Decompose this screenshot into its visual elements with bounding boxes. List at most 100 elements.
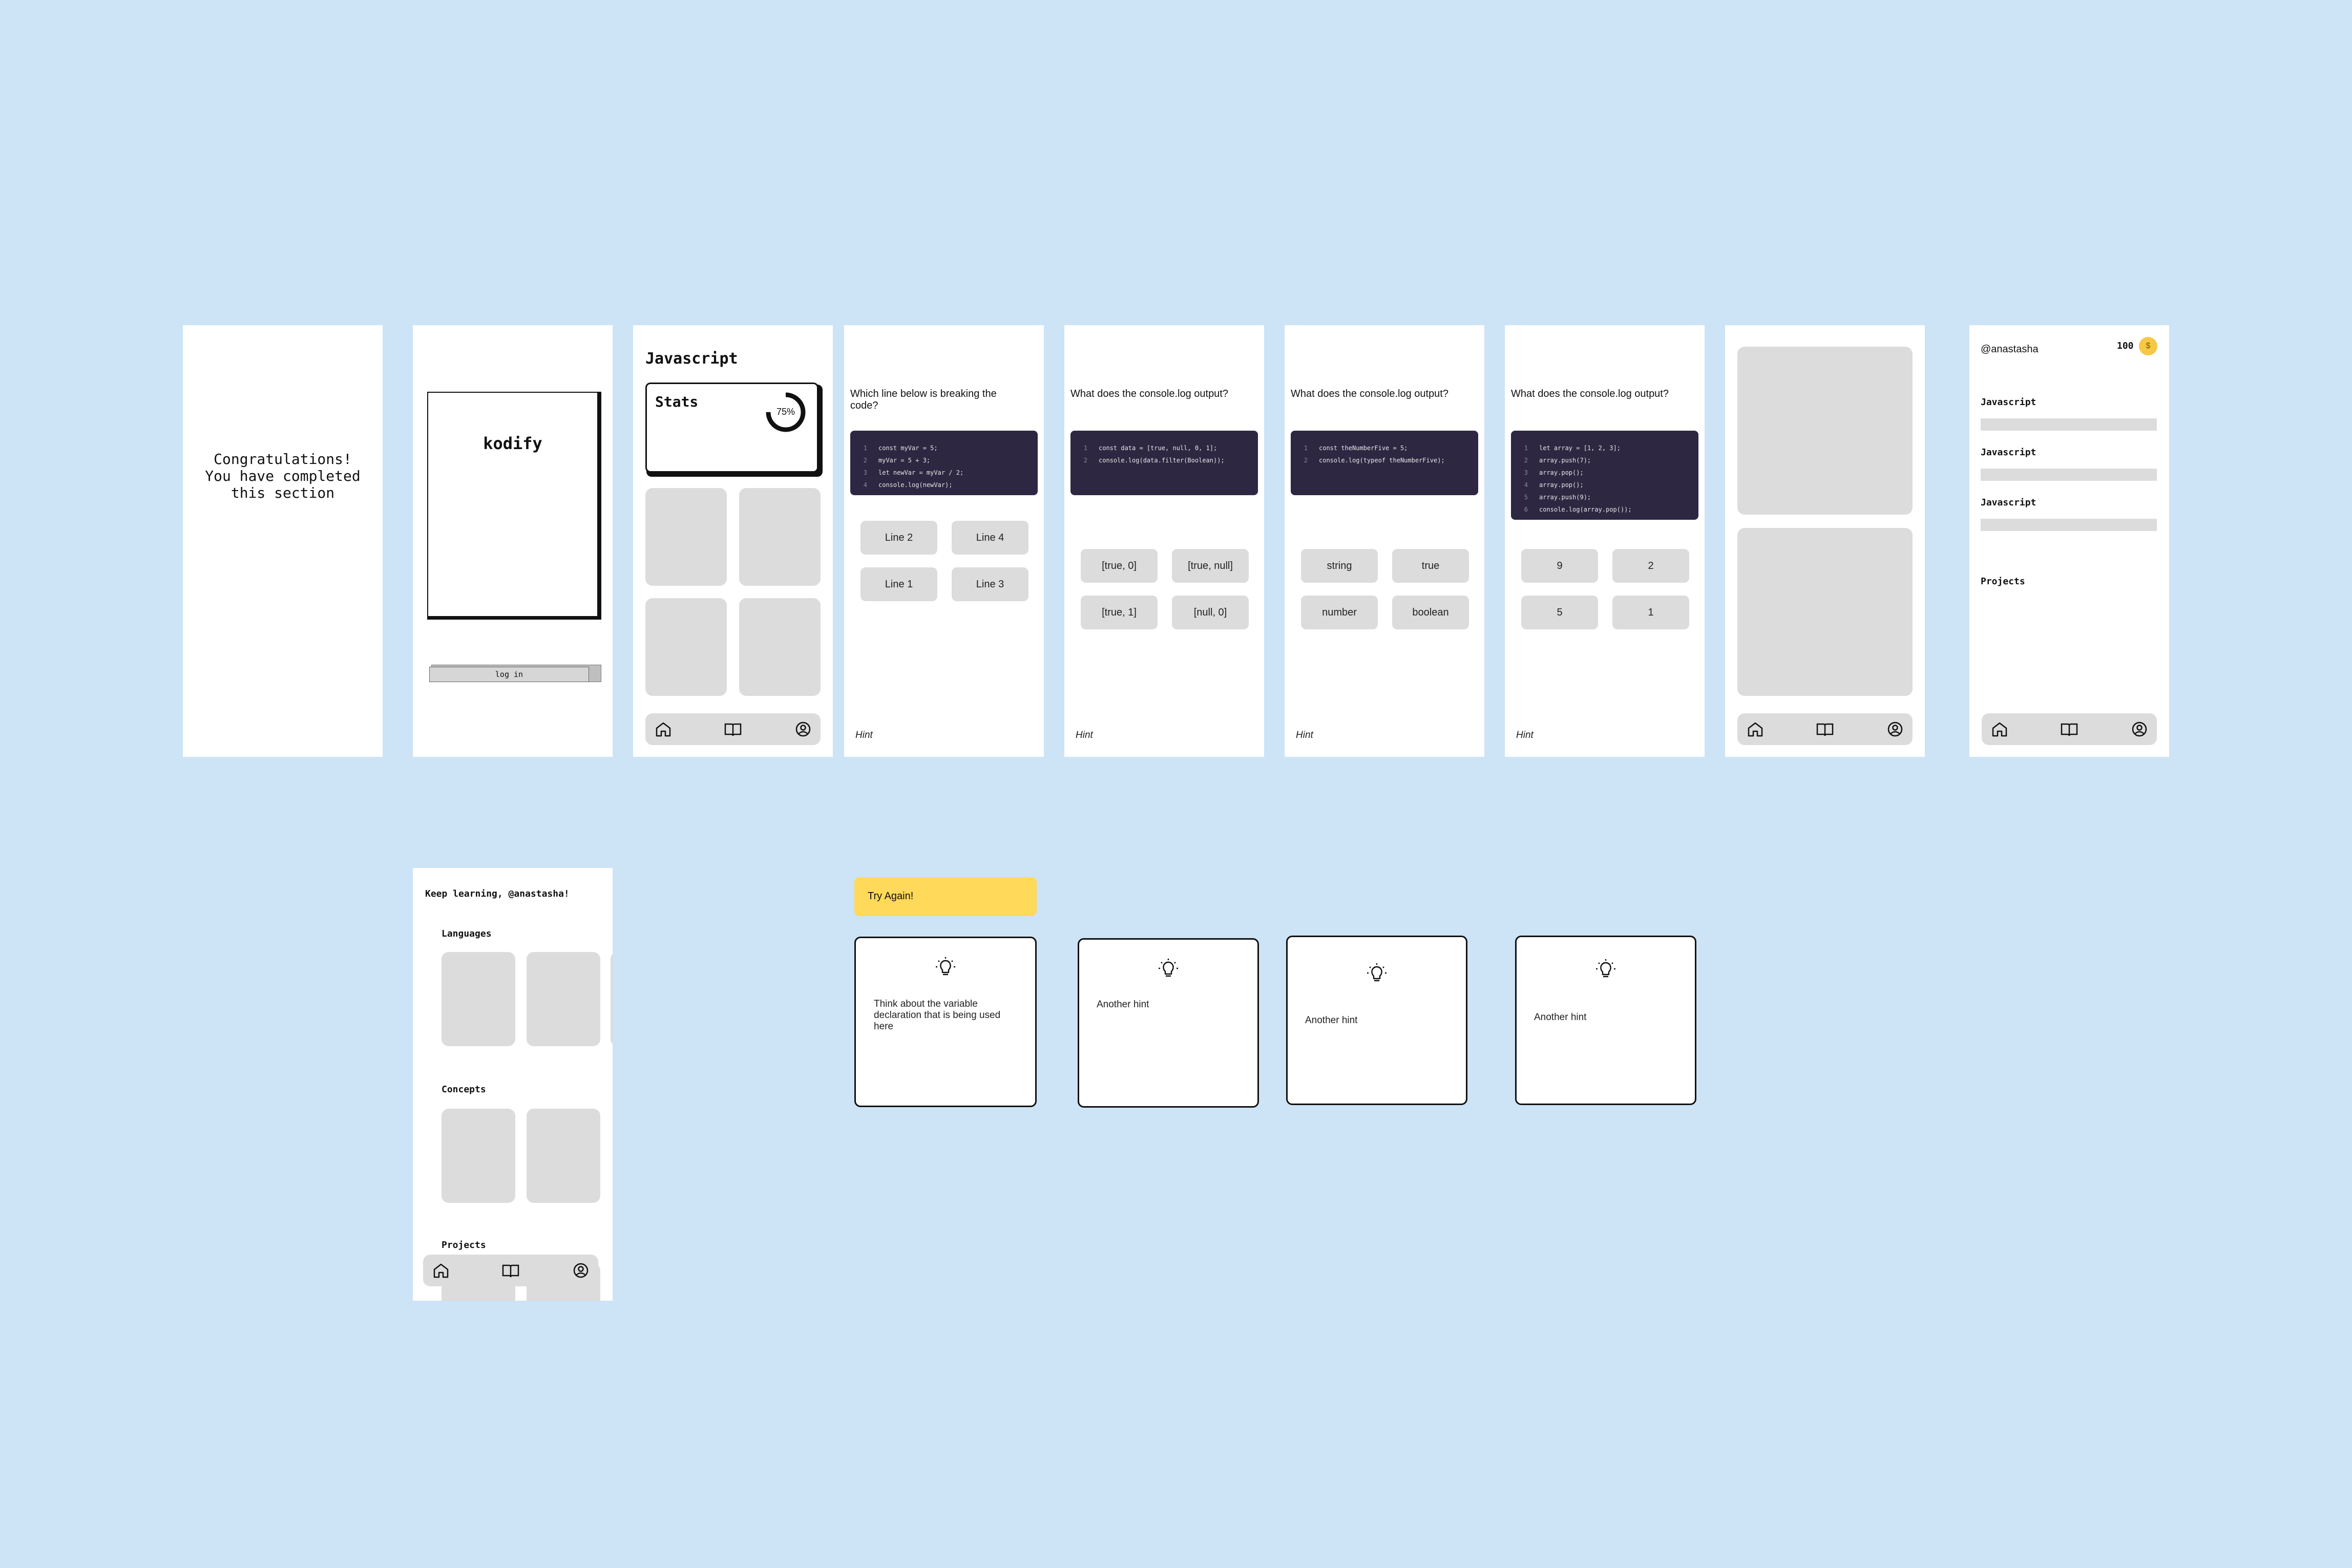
lightbulb-icon: [1367, 963, 1387, 982]
coin-icon: $: [2139, 337, 2157, 355]
course-title: Javascript: [1981, 497, 2036, 508]
lightbulb-icon: [1159, 959, 1178, 977]
content-placeholder: [1737, 347, 1913, 515]
home-icon[interactable]: [654, 721, 673, 737]
answer-option[interactable]: 5: [1521, 596, 1598, 629]
code-line: 1 const myVar = 5;: [863, 444, 938, 452]
login-button[interactable]: log in: [429, 667, 589, 682]
answer-option[interactable]: 2: [1612, 549, 1689, 583]
code-line: 3 array.pop();: [1524, 469, 1584, 476]
course-tile[interactable]: [739, 488, 821, 586]
course-tile[interactable]: [739, 598, 821, 696]
projects-label: Projects: [442, 1240, 486, 1251]
answer-option[interactable]: number: [1301, 596, 1378, 629]
code-line: 2 console.log(data.filter(Boolean));: [1083, 457, 1225, 464]
answer-option[interactable]: [true, 1]: [1081, 596, 1158, 629]
home-icon[interactable]: [432, 1262, 450, 1279]
profile-icon[interactable]: [572, 1262, 590, 1279]
hint-card: Think about the variable declaration tha…: [854, 937, 1037, 1107]
answer-option[interactable]: true: [1392, 549, 1469, 583]
profile-icon[interactable]: [1886, 721, 1904, 737]
code-line: 5 array.push(9);: [1524, 494, 1591, 501]
content-placeholder: [1737, 528, 1913, 696]
code-line: 4 array.pop();: [1524, 481, 1584, 489]
code-block: 1 const theNumberFive = 5; 2 console.log(t…: [1291, 431, 1478, 495]
hint-card: Another hint: [1515, 936, 1696, 1105]
code-block: 1 const data = [true, null, 0, 1]; 2 conso…: [1070, 431, 1258, 495]
try-again-alert: Try Again!: [854, 877, 1037, 916]
course-tile[interactable]: [645, 488, 727, 586]
hint-link[interactable]: Hint: [1076, 730, 1093, 741]
question-text: What does the console.log output?: [1291, 388, 1448, 399]
answer-option[interactable]: [true, 0]: [1081, 549, 1158, 583]
progress-label: 75%: [776, 407, 795, 417]
page-title: Javascript: [645, 350, 738, 368]
concept-tile[interactable]: [527, 1109, 600, 1203]
code-block: 1 const myVar = 5; 2 myVar = 5 + 3; 3 let n…: [850, 431, 1038, 495]
answer-option[interactable]: Line 4: [952, 521, 1028, 555]
answer-option[interactable]: Line 1: [860, 567, 937, 601]
code-line: 2 myVar = 5 + 3;: [863, 457, 931, 464]
hint-text: Another hint: [1305, 1015, 1358, 1026]
concept-tile[interactable]: [442, 1109, 515, 1203]
stats-card[interactable]: Stats 75%: [645, 383, 818, 473]
answer-option[interactable]: [true, null]: [1172, 549, 1249, 583]
code-line: 6 console.log(array.pop());: [1524, 506, 1632, 513]
dashboard-screen: Javascript Stats 75%: [633, 325, 833, 757]
answer-option[interactable]: boolean: [1392, 596, 1469, 629]
hint-text: Think about the variable declaration tha…: [874, 999, 1001, 1032]
quiz-screen: What does the console.log output? 1 const…: [1064, 325, 1264, 757]
book-icon[interactable]: [1816, 721, 1834, 737]
hint-link[interactable]: Hint: [1516, 730, 1534, 741]
home-screen: Keep learning, @anastasha! Languages Con…: [413, 868, 613, 1301]
course-title: Javascript: [1981, 447, 2036, 458]
code-line: 1 let array = [1, 2, 3];: [1524, 444, 1621, 452]
answer-option[interactable]: 1: [1612, 596, 1689, 629]
code-line: 1 const data = [true, null, 0, 1];: [1083, 444, 1217, 452]
logo-card: kodify: [427, 392, 598, 617]
answer-option[interactable]: Line 2: [860, 521, 937, 555]
profile-icon[interactable]: [794, 721, 812, 737]
language-tile[interactable]: [611, 952, 613, 1046]
course-tile[interactable]: [645, 598, 727, 696]
home-icon[interactable]: [1990, 721, 2009, 737]
content-screen: [1725, 325, 1925, 757]
course-title: Javascript: [1981, 397, 2036, 408]
language-tile[interactable]: [442, 952, 515, 1046]
question-text: What does the console.log output?: [1070, 388, 1228, 399]
bottom-nav: [423, 1255, 598, 1286]
home-icon[interactable]: [1746, 721, 1765, 737]
hint-link[interactable]: Hint: [855, 730, 873, 741]
question-text: Which line below is breaking the code?: [850, 388, 997, 411]
lightbulb-icon: [1596, 959, 1615, 978]
hint-link[interactable]: Hint: [1296, 730, 1313, 741]
answer-option[interactable]: Line 3: [952, 567, 1028, 601]
bottom-nav: [1737, 713, 1913, 745]
bottom-nav: [1982, 713, 2157, 745]
answer-option[interactable]: 9: [1521, 549, 1598, 583]
lightbulb-icon: [936, 957, 955, 976]
answer-option[interactable]: [null, 0]: [1172, 596, 1249, 629]
book-icon[interactable]: [724, 721, 742, 737]
hint-card: Another hint: [1286, 936, 1467, 1105]
congrats-screen: Congratulations! You have completed this…: [183, 325, 383, 757]
quiz-screen: What does the console.log output? 1 const…: [1285, 325, 1484, 757]
course-progress-bar: [1981, 519, 2157, 531]
code-block: 1 let array = [1, 2, 3]; 2 array.push(7); …: [1511, 431, 1698, 520]
profile-screen: @anastasha 100 $ Javascript Javascript J…: [1969, 325, 2169, 757]
code-line: 2 array.push(7);: [1524, 457, 1591, 464]
greeting: Keep learning, @anastasha!: [425, 888, 570, 899]
stats-label: Stats: [655, 393, 699, 410]
quiz-screen: Which line below is breaking the code? 1…: [844, 325, 1044, 757]
coin-count: 100: [2117, 341, 2134, 351]
answer-option[interactable]: string: [1301, 549, 1378, 583]
course-progress-bar: [1981, 418, 2157, 431]
languages-label: Languages: [442, 928, 492, 939]
code-line: 1 const theNumberFive = 5;: [1304, 444, 1408, 452]
login-screen: kodify log in: [413, 325, 613, 757]
language-tile[interactable]: [527, 952, 600, 1046]
book-icon[interactable]: [2060, 721, 2078, 737]
congrats-message: Congratulations! You have completed this…: [205, 451, 361, 501]
book-icon[interactable]: [501, 1262, 520, 1279]
profile-icon[interactable]: [2130, 721, 2149, 737]
